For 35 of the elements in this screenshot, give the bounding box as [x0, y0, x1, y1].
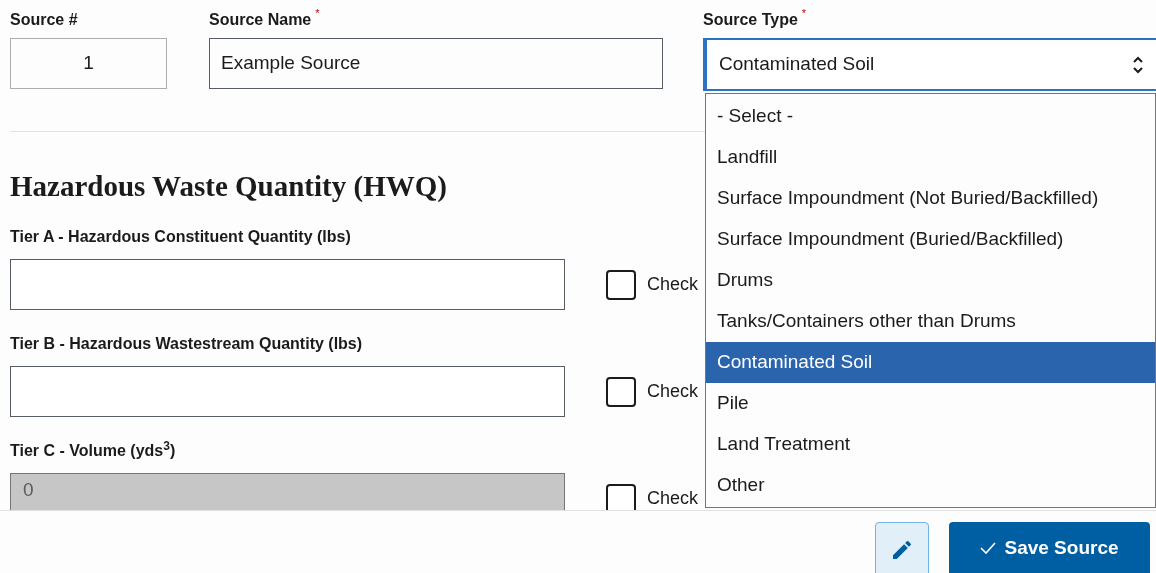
dropdown-option[interactable]: Landfill	[706, 137, 1155, 178]
dropdown-option[interactable]: Pile	[706, 383, 1155, 424]
dropdown-option[interactable]: Tanks/Containers other than Drums	[706, 301, 1155, 342]
checkbox[interactable]	[606, 269, 636, 300]
tier-label: Tier B - Hazardous Wastestream Quantity (lbs)	[10, 334, 363, 354]
checkbox[interactable]	[606, 376, 636, 407]
pencil-icon	[890, 538, 914, 562]
dropdown-option[interactable]: - Select -	[706, 96, 1155, 137]
tier-label: Tier C - Volume (yds$^{3}$)	[10, 439, 176, 461]
dropdown-option[interactable]: Drums	[706, 260, 1155, 301]
field-label: Source Name	[209, 10, 312, 30]
checkbox-label: Check	[647, 380, 699, 403]
dropdown-option[interactable]: Surface Impoundment (Buried/Backfilled)	[706, 219, 1155, 260]
required-mark: *	[315, 8, 320, 19]
tier-label: Tier A - Hazardous Constituent Quantity (lbs)	[10, 227, 351, 247]
section-heading: Hazardous Waste Quantity (HWQ)	[10, 172, 447, 201]
checkbox-label: Check	[647, 487, 699, 510]
field-label: Source Type	[703, 10, 798, 30]
required-mark: *	[801, 8, 807, 19]
dropdown-option[interactable]: Other	[706, 465, 1155, 506]
dropdown-option[interactable]: Contaminated Soil	[706, 342, 1155, 383]
field-label: Source #	[10, 10, 78, 30]
edit-button[interactable]	[875, 522, 929, 573]
dropdown-option[interactable]: Surface Impoundment (Not Buried/Backfilled)	[706, 178, 1155, 219]
quantity-field[interactable]	[10, 259, 565, 310]
source-name-field[interactable]: Example Source	[209, 38, 663, 89]
field-value: 0	[23, 480, 34, 499]
chevron-updown-icon	[1132, 54, 1144, 75]
dropdown-option[interactable]: Land Treatment	[706, 424, 1155, 465]
source-type-select[interactable]: Contaminated Soil	[703, 38, 1156, 91]
save-source-button[interactable]: Save Source	[949, 522, 1150, 573]
checkmark-icon	[980, 541, 997, 555]
checkbox-label: Check	[647, 273, 699, 296]
source-number-field[interactable]: 1	[10, 38, 167, 89]
quantity-field[interactable]	[10, 366, 565, 417]
